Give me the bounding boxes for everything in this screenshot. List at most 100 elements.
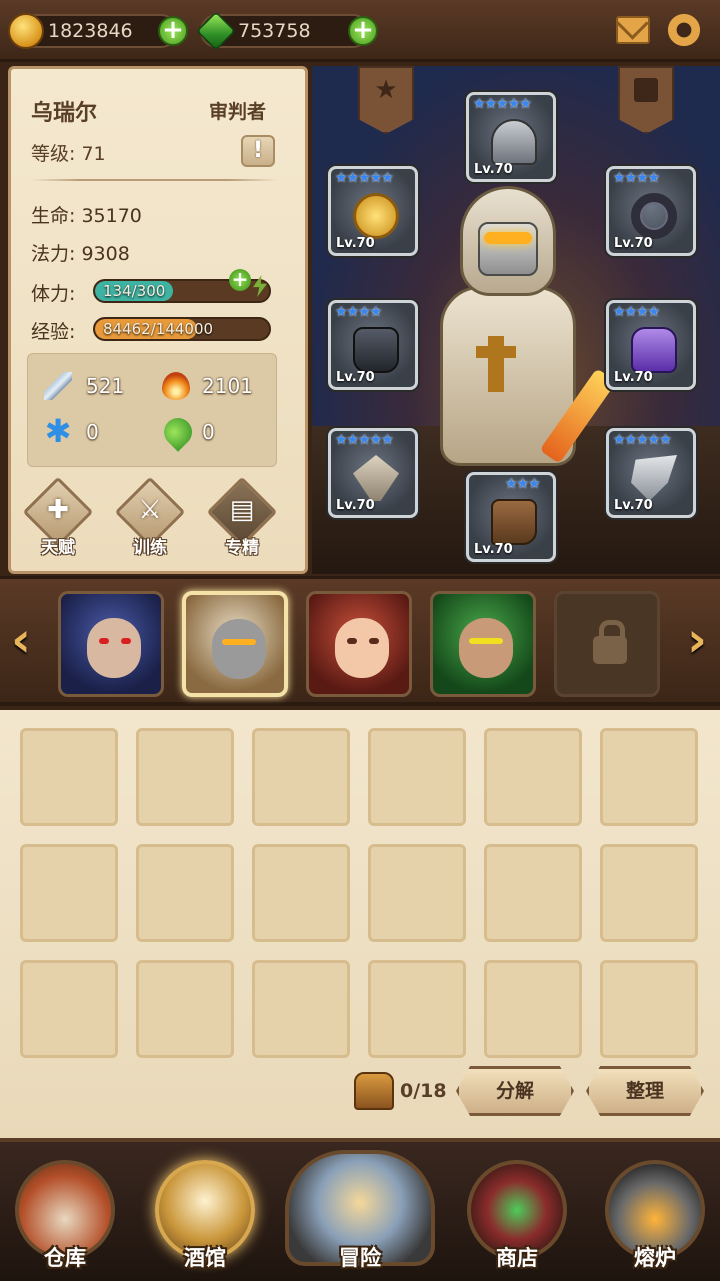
equip-slot-weapon[interactable]: ★★★★★ Lv.70 — [606, 428, 696, 518]
star-icon: ★ — [374, 75, 398, 105]
inventory-slot[interactable] — [136, 844, 234, 942]
hero-portrait-assassin[interactable] — [58, 591, 164, 697]
mastery-button[interactable]: ▤ 专精 — [206, 476, 278, 561]
add-gems-button[interactable]: + — [348, 16, 378, 46]
nav-forge[interactable]: 熔炉 — [590, 1150, 720, 1281]
chest-icon — [354, 1072, 394, 1110]
inventory-slot[interactable] — [484, 728, 582, 826]
hero-portrait-judicator[interactable] — [182, 591, 288, 697]
amulet-icon — [353, 193, 399, 239]
decompose-button[interactable]: 分解 — [456, 1066, 574, 1116]
hero-portrait-sorceress[interactable] — [306, 591, 412, 697]
hp-stat: 生命: 35170 — [31, 205, 142, 227]
crossed-swords-icon: ⚔ — [138, 495, 162, 525]
item-level: Lv.70 — [336, 498, 375, 513]
inventory-slot[interactable] — [484, 960, 582, 1058]
sort-button[interactable]: 整理 — [586, 1066, 704, 1116]
stamina-text: 134/300 — [103, 282, 166, 300]
inventory-slot[interactable] — [20, 844, 118, 942]
equip-slot-armor[interactable]: ★★★★ Lv.70 — [606, 300, 696, 390]
inventory-slot[interactable] — [600, 844, 698, 942]
nav-adventure[interactable]: 冒险 — [285, 1150, 435, 1281]
inventory-slot[interactable] — [136, 728, 234, 826]
star-rating: ★★★★★ — [335, 170, 394, 186]
inventory-slot[interactable] — [484, 844, 582, 942]
nav-tavern[interactable]: 酒馆 — [140, 1150, 270, 1281]
helmet-icon — [491, 119, 537, 165]
ring-icon — [631, 193, 677, 239]
hero-portrait-ranger[interactable] — [430, 591, 536, 697]
equip-slot-offhand[interactable]: ★★★★★ Lv.70 — [328, 428, 418, 518]
portrait-eye — [347, 638, 357, 644]
mail-icon[interactable] — [616, 16, 650, 44]
equip-slot-ring[interactable]: ★★★★ Lv.70 — [606, 166, 696, 256]
inventory-slot[interactable] — [20, 728, 118, 826]
inventory-slot[interactable] — [368, 728, 466, 826]
hero-visor — [478, 222, 538, 276]
add-gold-button[interactable]: + — [158, 16, 188, 46]
hero-class: 审判者 — [209, 101, 267, 123]
hero-portrait-locked[interactable] — [554, 591, 660, 697]
training-button[interactable]: ⚔ 训练 — [114, 476, 186, 561]
hero-info-panel: 乌瑞尔 审判者 等级: 71 ! 生命: 35170 法力: 9308 体力: … — [8, 66, 308, 574]
mastery-label: 专精 — [225, 538, 259, 558]
mp-stat: 法力: 9308 — [31, 243, 130, 265]
nav-label: 商店 — [496, 1246, 538, 1270]
inventory-slot[interactable] — [136, 960, 234, 1058]
gear-icon[interactable] — [666, 6, 702, 55]
equip-slot-boots[interactable]: ★★★ Lv.70 — [466, 472, 556, 562]
item-level: Lv.70 — [474, 542, 513, 557]
hero-glowing-eyes — [484, 232, 532, 244]
inventory-slot[interactable] — [20, 960, 118, 1058]
inventory-slot[interactable] — [252, 844, 350, 942]
inventory-slot[interactable] — [600, 728, 698, 826]
star-rating: ★★★ — [505, 476, 541, 492]
cross-icon: ✚ — [47, 495, 69, 525]
nature-value: 0 — [202, 420, 215, 444]
inventory-slot[interactable] — [368, 844, 466, 942]
nav-label: 熔炉 — [634, 1246, 676, 1270]
hero-name: 乌瑞尔 — [31, 101, 98, 126]
inventory-slot[interactable] — [252, 960, 350, 1058]
exp-text: 84462/144000 — [103, 320, 214, 338]
inventory-capacity: 0/18 — [400, 1080, 447, 1102]
inventory-slot[interactable] — [368, 960, 466, 1058]
ice-value: 0 — [86, 420, 99, 444]
nav-shop[interactable]: 商店 — [452, 1150, 582, 1281]
chevron-right-icon[interactable]: › — [684, 616, 710, 667]
green-gem-icon — [196, 11, 236, 51]
codex-banner[interactable] — [618, 66, 674, 134]
hero-info-button[interactable]: ! — [241, 135, 275, 167]
add-stamina-button[interactable]: + — [229, 269, 251, 291]
sword-icon — [44, 372, 72, 400]
chevron-left-icon[interactable]: ‹ — [8, 616, 34, 667]
star-rating: ★★★★★ — [613, 432, 672, 448]
stamina-label: 体力: — [31, 283, 76, 305]
bottom-navigation: 仓库 酒馆 冒险 商店 熔炉 — [0, 1138, 720, 1281]
item-level: Lv.70 — [614, 370, 653, 385]
equip-slot-amulet[interactable]: ★★★★★ Lv.70 — [328, 166, 418, 256]
item-level: Lv.70 — [614, 236, 653, 251]
inventory-panel: 0/18 分解 整理 — [0, 710, 720, 1138]
item-level: Lv.70 — [474, 162, 513, 177]
resource-bar: 1823846 + 753758 + — [0, 0, 720, 62]
nav-label: 仓库 — [44, 1246, 86, 1270]
offhand-icon — [353, 455, 399, 501]
portrait-eye — [222, 639, 256, 645]
fire-value: 2101 — [202, 374, 253, 398]
equip-slot-gauntlet[interactable]: ★★★★ Lv.70 — [328, 300, 418, 390]
divider — [31, 179, 277, 181]
armor-icon — [631, 327, 677, 373]
attribute-box: 521 2101 ✱ 0 0 — [27, 353, 277, 467]
lock-icon — [593, 620, 627, 664]
favorite-banner[interactable]: ★ — [358, 66, 414, 134]
gold-amount: 1823846 — [48, 20, 133, 42]
inventory-slot[interactable] — [252, 728, 350, 826]
equip-slot-helmet[interactable]: ★★★★★ Lv.70 — [466, 92, 556, 182]
nav-warehouse[interactable]: 仓库 — [0, 1150, 130, 1281]
talent-button[interactable]: ✚ 天赋 — [22, 476, 94, 561]
inventory-slot[interactable] — [600, 960, 698, 1058]
portrait-face — [212, 619, 266, 679]
nav-label: 酒馆 — [184, 1246, 226, 1270]
star-rating: ★★★★★ — [473, 96, 532, 112]
